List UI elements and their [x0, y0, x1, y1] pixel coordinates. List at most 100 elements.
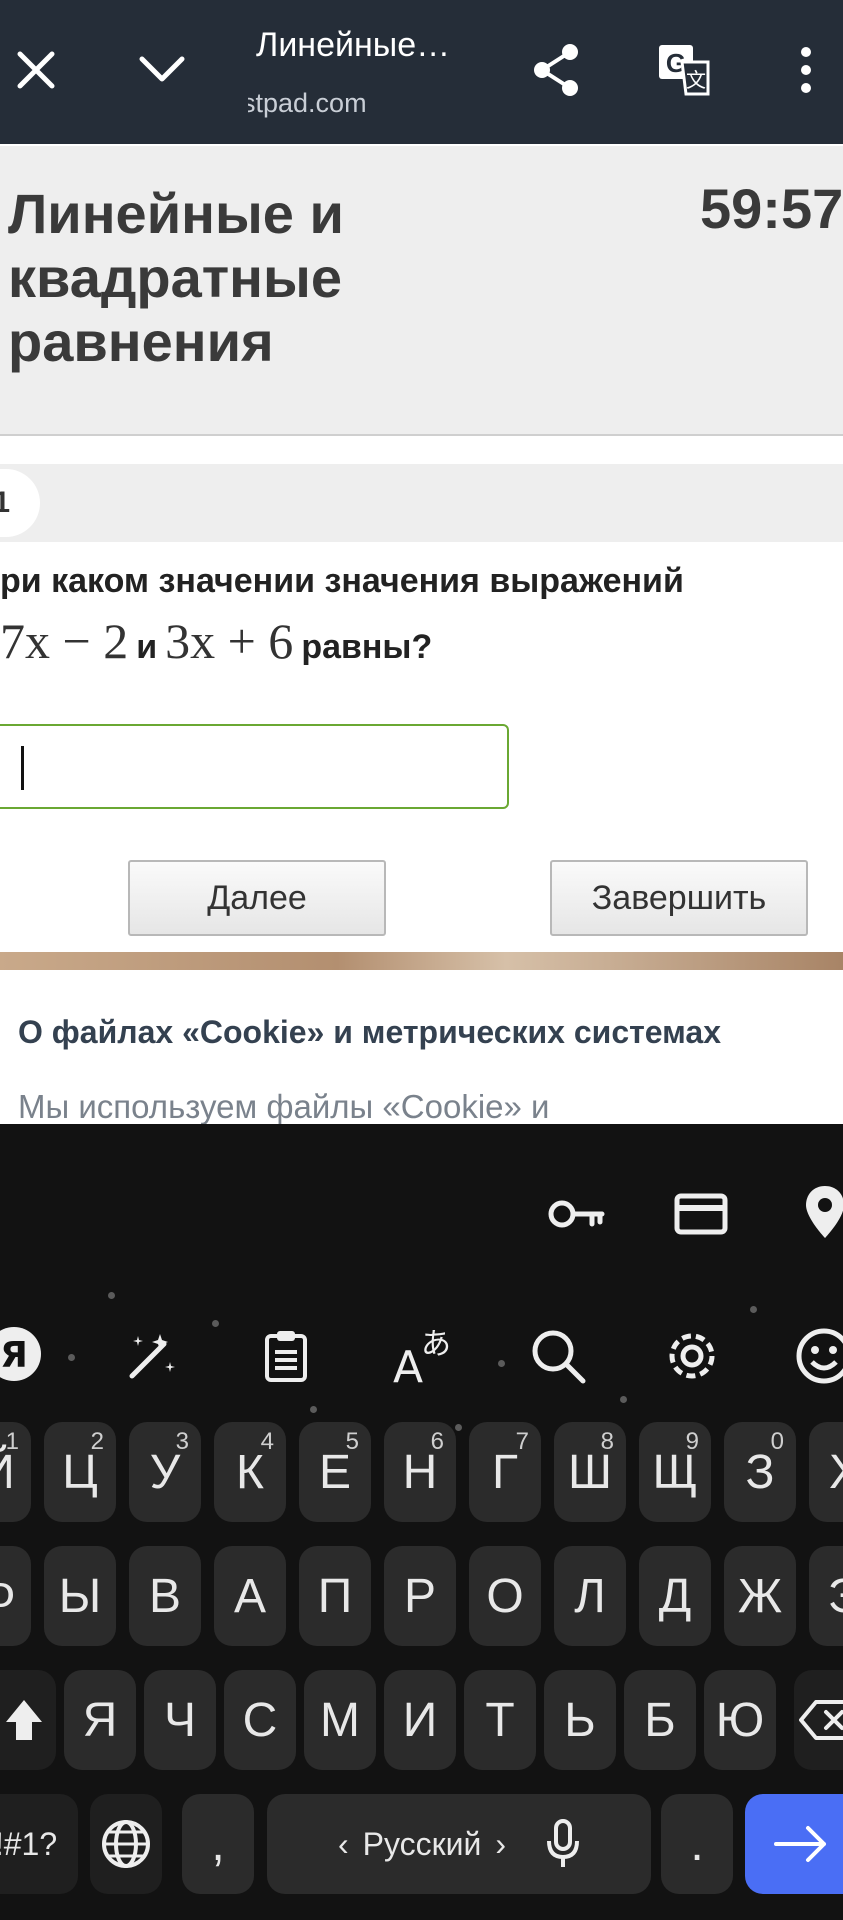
clipboard-icon — [265, 1331, 307, 1382]
key-о[interactable]: О — [469, 1546, 541, 1646]
key-п[interactable]: П — [299, 1546, 371, 1646]
svg-text:あ: あ — [421, 1327, 451, 1362]
payment-card-button[interactable] — [670, 1184, 732, 1244]
key-ш[interactable]: Ш8 — [554, 1422, 626, 1522]
emoji-button[interactable] — [792, 1322, 843, 1390]
comma-key[interactable]: , — [182, 1794, 254, 1894]
question-ending: равны? — [301, 628, 433, 666]
browser-toolbar: Линейные… stpad.com G文 — [0, 0, 843, 144]
close-button[interactable] — [0, 34, 72, 106]
share-button[interactable] — [520, 34, 592, 106]
keyboard-translate-button[interactable]: Aあ — [388, 1320, 458, 1390]
question-text: ри каком значении значения выражений — [0, 562, 684, 600]
key-л[interactable]: Л — [554, 1546, 626, 1646]
location-icon — [806, 1186, 843, 1238]
key-ы[interactable]: Ы — [44, 1546, 116, 1646]
key-label: Х — [829, 1445, 843, 1500]
question-number: 1 — [0, 469, 40, 537]
key-х[interactable]: Х — [809, 1422, 843, 1522]
key-label: Г — [492, 1445, 518, 1499]
key-ж[interactable]: Ж — [724, 1546, 796, 1646]
key-н[interactable]: Н6 — [384, 1422, 456, 1522]
page-title: Линейные и квадратные равнения — [8, 182, 344, 373]
key-а[interactable]: А — [214, 1546, 286, 1646]
emoji-icon — [796, 1328, 843, 1384]
expression-joiner: и — [136, 628, 158, 666]
close-icon — [17, 51, 55, 89]
background-image-strip — [0, 952, 843, 970]
search-icon — [532, 1330, 586, 1384]
key-щ[interactable]: Щ9 — [639, 1422, 711, 1522]
speckle — [68, 1354, 75, 1361]
finish-button[interactable]: Завершить — [550, 860, 808, 936]
cookie-banner: О файлах «Cookie» и метрических системах… — [0, 970, 843, 1124]
password-key-button[interactable] — [544, 1184, 610, 1244]
key-hint: 0 — [770, 1428, 784, 1455]
key-м[interactable]: М — [304, 1670, 376, 1770]
key-icon — [548, 1200, 605, 1228]
magic-wand-button[interactable] — [120, 1324, 184, 1388]
clipboard-button[interactable] — [256, 1324, 316, 1388]
translate-button[interactable]: G文 — [648, 34, 720, 106]
key-ь[interactable]: Ь — [544, 1670, 616, 1770]
expression-1: 7x − 2 — [0, 613, 129, 669]
question-header: 1 — [0, 464, 843, 542]
card-icon — [674, 1193, 728, 1235]
settings-icon — [669, 1333, 715, 1379]
enter-key[interactable] — [745, 1794, 843, 1894]
globe-icon — [102, 1820, 150, 1868]
key-в[interactable]: В — [129, 1546, 201, 1646]
key-р[interactable]: Р — [384, 1546, 456, 1646]
key-т[interactable]: Т — [464, 1670, 536, 1770]
speckle — [108, 1292, 115, 1299]
tab-title[interactable]: Линейные… — [256, 26, 450, 65]
key-hint: 7 — [515, 1428, 529, 1455]
key-д[interactable]: Д — [639, 1546, 711, 1646]
magic-wand-icon — [129, 1334, 175, 1379]
yandex-icon: Я — [0, 1327, 41, 1381]
next-button[interactable]: Далее — [128, 860, 386, 936]
key-hint: 4 — [260, 1428, 274, 1455]
location-button[interactable] — [800, 1180, 843, 1244]
translate-icon: G文 — [659, 45, 710, 96]
language-key[interactable] — [90, 1794, 162, 1894]
key-hint: 9 — [685, 1428, 699, 1455]
key-с[interactable]: С — [224, 1670, 296, 1770]
svg-text:文: 文 — [686, 68, 706, 92]
key-я[interactable]: Я — [64, 1670, 136, 1770]
keyboard: Я Aあ Й1 Ц2 У3 К4 Е5 Н6 Г7 Ш8 Щ9 З0 Х Ф Ы… — [0, 1124, 843, 1920]
key-й[interactable]: Й1 — [0, 1422, 31, 1522]
more-vert-icon — [801, 47, 811, 93]
cookie-text: Мы используем файлы «Cookie» и — [18, 1088, 550, 1124]
key-и[interactable]: И — [384, 1670, 456, 1770]
quiz-header: Линейные и квадратные равнения 59:57 — [0, 146, 843, 436]
answer-input[interactable] — [0, 724, 509, 809]
shift-key[interactable] — [0, 1670, 56, 1770]
collapse-button[interactable] — [126, 34, 198, 106]
key-ц[interactable]: Ц2 — [44, 1422, 116, 1522]
share-icon — [534, 44, 578, 96]
key-ч[interactable]: Ч — [144, 1670, 216, 1770]
backspace-key[interactable] — [794, 1670, 843, 1770]
url-text[interactable]: stpad.com — [248, 88, 418, 119]
yandex-button[interactable]: Я — [0, 1324, 44, 1384]
key-у[interactable]: У3 — [129, 1422, 201, 1522]
more-button[interactable] — [770, 34, 842, 106]
search-button[interactable] — [524, 1322, 592, 1390]
settings-button[interactable] — [658, 1322, 726, 1390]
key-к[interactable]: К4 — [214, 1422, 286, 1522]
period-key[interactable]: . — [661, 1794, 733, 1894]
key-ф[interactable]: Ф — [0, 1546, 31, 1646]
key-з[interactable]: З0 — [724, 1422, 796, 1522]
space-key[interactable]: ‹ Русский › — [267, 1794, 651, 1894]
key-э[interactable]: Э — [809, 1546, 843, 1646]
translate-icon: Aあ — [393, 1327, 451, 1386]
svg-text:Я: Я — [0, 1335, 28, 1376]
key-г[interactable]: Г7 — [469, 1422, 541, 1522]
key-е[interactable]: Е5 — [299, 1422, 371, 1522]
lang-next-icon: › — [495, 1825, 507, 1862]
key-б[interactable]: Б — [624, 1670, 696, 1770]
microphone-icon — [547, 1819, 580, 1867]
key-ю[interactable]: Ю — [704, 1670, 776, 1770]
symbols-key[interactable]: !#1? — [0, 1794, 78, 1894]
